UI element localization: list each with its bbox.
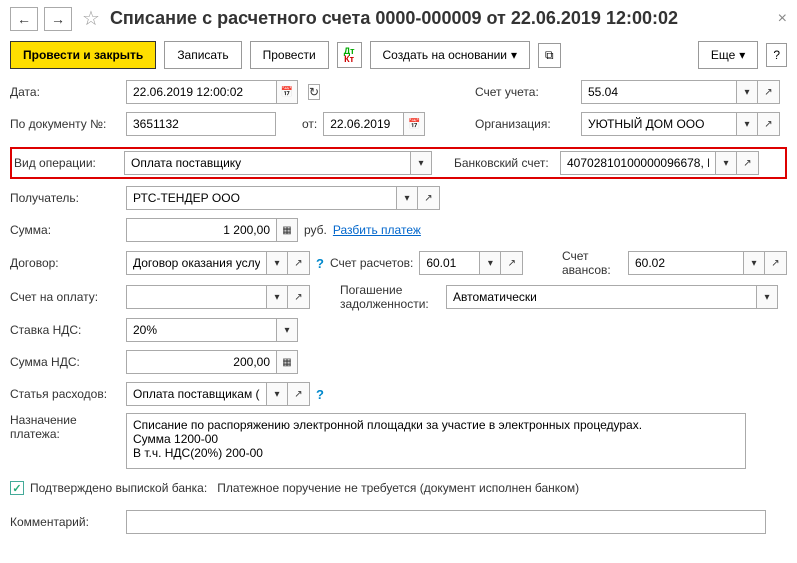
from-label: от: [302,117,317,131]
favorite-icon[interactable]: ☆ [82,6,100,31]
dropdown-icon[interactable]: ▾ [276,318,298,342]
refresh-icon[interactable]: ↻ [308,84,320,100]
create-based-button[interactable]: Создать на основании ▾ [370,41,531,69]
post-and-close-button[interactable]: Провести и закрыть [10,41,156,69]
open-icon[interactable]: ↗ [765,251,787,275]
help-icon[interactable]: ? [316,256,324,271]
account-label: Счет учета: [475,85,575,99]
structure-button[interactable]: ⧉ [538,43,561,68]
calc-icon[interactable]: ▦ [276,350,298,374]
open-icon[interactable]: ↗ [758,112,780,136]
dropdown-icon[interactable]: ▾ [266,285,288,309]
vat-rate-input[interactable] [126,318,276,342]
open-icon[interactable]: ↗ [288,251,310,275]
expense-item-label: Статья расходов: [10,387,120,401]
currency-label: руб. [304,223,327,237]
doc-number-label: По документу №: [10,117,120,131]
forward-button[interactable]: → [44,7,72,31]
dropdown-icon[interactable]: ▾ [736,112,758,136]
organization-label: Организация: [475,117,575,131]
date-input[interactable] [126,80,276,104]
dropdown-icon[interactable]: ▾ [410,151,432,175]
purpose-label: Назначение платежа: [10,413,120,441]
open-icon[interactable]: ↗ [758,80,780,104]
post-button[interactable]: Провести [250,41,329,69]
amount-label: Сумма: [10,223,120,237]
dropdown-icon[interactable]: ▾ [743,251,765,275]
confirmed-checkbox[interactable]: ✓ [10,481,24,495]
bank-account-input[interactable] [560,151,715,175]
expense-item-input[interactable] [126,382,266,406]
settlement-account-label: Счет расчетов: [330,256,413,270]
contract-label: Договор: [10,256,120,270]
doc-number-input[interactable] [126,112,276,136]
more-button[interactable]: Еще ▾ [698,41,758,69]
confirmed-label: Подтверждено выпиской банка: [30,481,207,495]
invoice-label: Счет на оплату: [10,290,120,304]
debt-repay-input[interactable] [446,285,756,309]
more-label: Еще [711,48,735,62]
advance-account-input[interactable] [628,251,743,275]
vat-amount-input[interactable] [126,350,276,374]
advance-account-label: Счет авансов: [562,249,622,277]
create-based-label: Создать на основании [383,48,508,62]
dropdown-icon[interactable]: ▾ [396,186,418,210]
dropdown-icon[interactable]: ▾ [715,151,737,175]
dropdown-icon[interactable]: ▾ [266,382,288,406]
debt-repay-label: Погашение задолженности: [340,283,440,311]
organization-input[interactable] [581,112,736,136]
dtkt-button[interactable]: ДтКт [337,42,362,68]
invoice-input[interactable] [126,285,266,309]
open-icon[interactable]: ↗ [288,285,310,309]
dropdown-icon[interactable]: ▾ [756,285,778,309]
operation-type-input[interactable] [124,151,410,175]
purpose-textarea[interactable] [126,413,746,469]
open-icon[interactable]: ↗ [737,151,759,175]
open-icon[interactable]: ↗ [288,382,310,406]
vat-rate-label: Ставка НДС: [10,323,120,337]
amount-input[interactable] [126,218,276,242]
help-button[interactable]: ? [766,43,787,67]
back-button[interactable]: ← [10,7,38,31]
bank-account-label: Банковский счет: [454,156,554,170]
contract-input[interactable] [126,251,266,275]
dropdown-icon[interactable]: ▾ [736,80,758,104]
dropdown-icon[interactable]: ▾ [266,251,288,275]
payment-order-text: Платежное поручение не требуется (докуме… [217,481,579,495]
open-icon[interactable]: ↗ [501,251,523,275]
save-button[interactable]: Записать [164,41,241,69]
dropdown-icon[interactable]: ▾ [479,251,501,275]
chevron-down-icon: ▾ [739,48,745,62]
split-payment-link[interactable]: Разбить платеж [333,223,421,237]
calendar-icon[interactable]: 📅 [276,80,298,104]
close-icon[interactable]: × [778,10,787,28]
chevron-down-icon: ▾ [511,48,517,62]
help-icon[interactable]: ? [316,387,324,402]
calendar-icon[interactable]: 📅 [403,112,425,136]
page-title: Списание с расчетного счета 0000-000009 … [110,8,772,29]
settlement-account-input[interactable] [419,251,479,275]
calc-icon[interactable]: ▦ [276,218,298,242]
comment-label: Комментарий: [10,515,120,529]
comment-input[interactable] [126,510,766,534]
operation-type-label: Вид операции: [14,156,118,170]
recipient-input[interactable] [126,186,396,210]
date-label: Дата: [10,85,120,99]
open-icon[interactable]: ↗ [418,186,440,210]
account-input[interactable] [581,80,736,104]
recipient-label: Получатель: [10,191,120,205]
doc-date-input[interactable] [323,112,403,136]
vat-amount-label: Сумма НДС: [10,355,120,369]
